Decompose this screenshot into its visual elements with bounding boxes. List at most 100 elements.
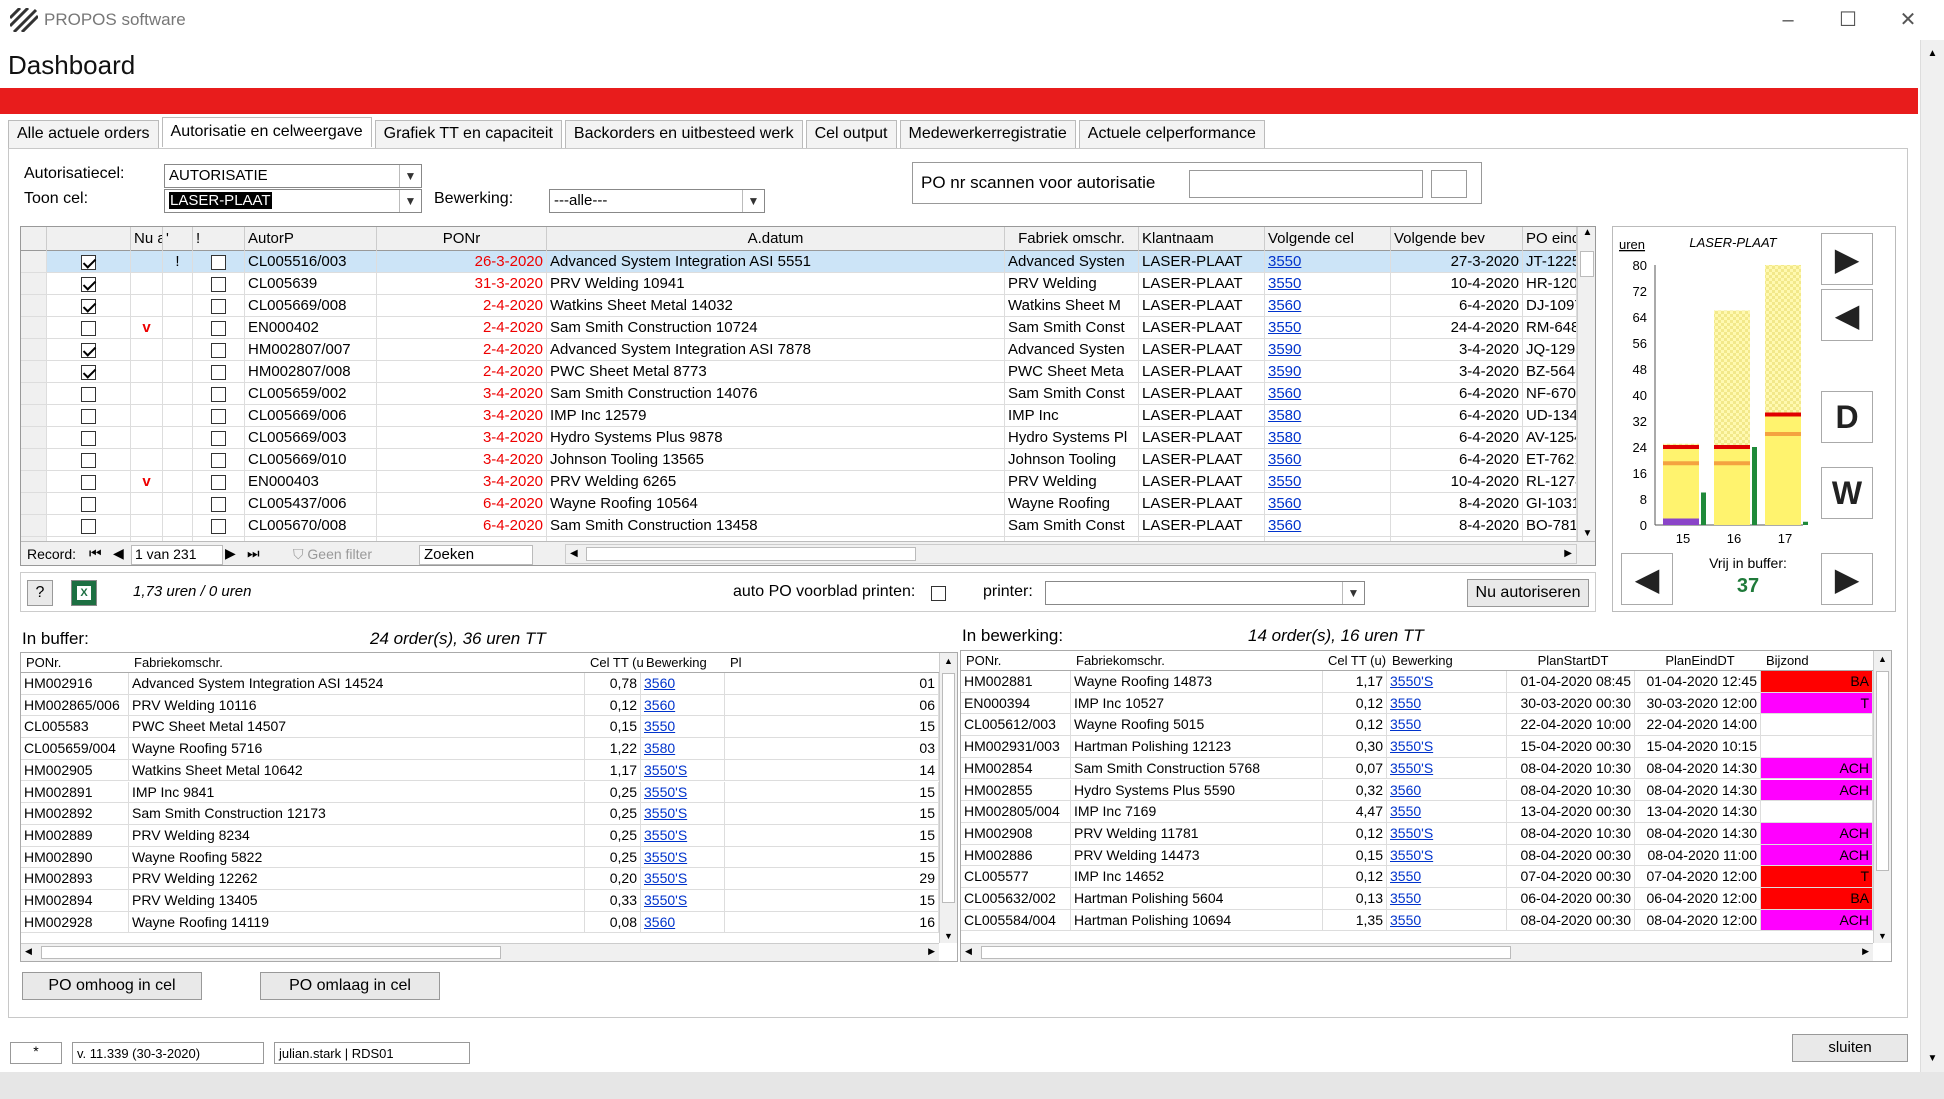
table-row[interactable]: HM002905 Watkins Sheet Metal 10642 1,17 355… — [21, 759, 939, 782]
orders-col-header[interactable]: Klantnaam — [1139, 227, 1265, 251]
orders-col-header[interactable]: Volgende bev — [1391, 227, 1523, 251]
tab-cel-output[interactable]: Cel output — [805, 120, 897, 148]
cell[interactable]: 3550 — [1387, 888, 1507, 910]
chevron-down-icon[interactable]: ▼ — [399, 165, 421, 187]
cell[interactable]: 3560 — [641, 694, 725, 717]
maximize-icon[interactable]: ☐ — [1826, 6, 1870, 34]
row-selector[interactable] — [21, 493, 47, 515]
previous-period-button[interactable]: ◀ — [1821, 289, 1873, 341]
row-selector[interactable] — [21, 515, 47, 537]
orders-col-header[interactable]: PO einddatun — [1523, 227, 1577, 251]
cell[interactable]: 3550'S — [1387, 822, 1507, 845]
table-row[interactable]: ! CL005516/003 26-3-2020 Advanced System In… — [21, 251, 1577, 273]
cell-bew[interactable]: 3560 — [1265, 383, 1391, 405]
authorize-now-checkbox[interactable] — [81, 474, 96, 490]
cell[interactable]: 3550 — [1387, 692, 1507, 715]
cell-bew[interactable]: 3550 — [1265, 251, 1391, 273]
table-row[interactable]: CL005669/010 3-4-2020 Johnson Tooling 1356… — [21, 449, 1577, 471]
cell[interactable]: 3560 — [1387, 779, 1507, 802]
autorp-checkbox[interactable] — [211, 276, 226, 292]
processing-col-header[interactable]: PlanStartDT — [1509, 651, 1637, 671]
orders-grid-hscroll[interactable]: ◀ ▶ — [565, 544, 1577, 564]
table-row[interactable]: HM002886 PRV Welding 14473 0,15 3550'S 08-04… — [961, 844, 1873, 867]
row-selector[interactable] — [21, 251, 47, 273]
cell[interactable]: 3550'S — [641, 824, 725, 847]
tab-grafiek[interactable]: Grafiek TT en capaciteit — [374, 120, 562, 148]
main-vertical-scrollbar[interactable]: ▲ ▼ — [1920, 40, 1944, 1072]
cell-bew[interactable]: 3550 — [1265, 471, 1391, 493]
next-record-icon[interactable]: ▶ — [225, 545, 236, 562]
table-row[interactable]: HM002855 Hydro Systems Plus 5590 0,32 3560 0… — [961, 779, 1873, 802]
orders-col-header[interactable]: A.datum — [547, 227, 1005, 251]
week-view-button[interactable]: W — [1821, 467, 1873, 519]
table-row[interactable]: CL005659/004 Wayne Roofing 5716 1,22 3580 03 — [21, 738, 939, 760]
table-row[interactable]: CL005659/002 3-4-2020 Sam Smith Constructi… — [21, 383, 1577, 405]
table-row[interactable]: CL005639 31-3-2020 PRV Welding 10941 PRV We… — [21, 273, 1577, 295]
buffer-col-header[interactable]: Cel TT (u) — [587, 653, 643, 673]
autorp-checkbox[interactable] — [211, 298, 226, 314]
table-row[interactable]: HM002916 Advanced System Integration ASI … — [21, 673, 939, 695]
orders-grid-vscroll[interactable]: ▲ ▼ — [1577, 227, 1595, 541]
autorp-checkbox[interactable] — [211, 430, 226, 446]
table-row[interactable]: CL005577 IMP Inc 14652 0,12 3550 07-04-2020 … — [961, 866, 1873, 888]
chevron-down-icon[interactable]: ▼ — [742, 190, 764, 212]
table-row[interactable]: HM002890 Wayne Roofing 5822 0,25 3550'S 15 — [21, 846, 939, 869]
processing-col-header[interactable]: Bijzond — [1763, 651, 1875, 671]
table-row[interactable]: HM002889 PRV Welding 8234 0,25 3550'S 15 — [21, 824, 939, 847]
cell-bew[interactable]: 3560 — [1265, 295, 1391, 317]
table-row[interactable]: HM002928 Wayne Roofing 14119 0,08 3560 16 — [21, 911, 939, 934]
autorp-checkbox[interactable] — [211, 342, 226, 358]
row-selector[interactable] — [21, 295, 47, 317]
table-row[interactable]: HM002805/004 IMP Inc 7169 4,47 3550 13-04-20… — [961, 801, 1873, 823]
minimize-icon[interactable]: – — [1766, 6, 1810, 34]
processing-hscroll[interactable]: ◀ ▶ — [961, 943, 1873, 961]
authorize-now-checkbox[interactable] — [81, 408, 96, 424]
authorize-now-checkbox[interactable] — [81, 496, 96, 512]
buffer-col-header[interactable]: PONr. — [23, 653, 131, 673]
autorp-checkbox[interactable] — [211, 364, 226, 380]
table-row[interactable]: CL005669/006 3-4-2020 IMP Inc 12579 IMP Inc… — [21, 405, 1577, 427]
autorp-checkbox[interactable] — [211, 254, 226, 270]
cell[interactable]: 3550 — [1387, 801, 1507, 823]
table-row[interactable]: CL005669/008 2-4-2020 Watkins Sheet Metal … — [21, 295, 1577, 317]
row-selector[interactable] — [21, 471, 47, 493]
table-row[interactable]: HM002865/006 PRV Welding 10116 0,12 3560 06 — [21, 694, 939, 717]
cell[interactable]: 3550'S — [641, 890, 725, 912]
table-row[interactable]: v EN000402 2-4-2020 Sam Smith Construction … — [21, 317, 1577, 339]
cell[interactable]: 3550'S — [641, 846, 725, 869]
table-row[interactable]: CL005670/008 6-4-2020 Sam Smith Constructi… — [21, 515, 1577, 537]
autorp-checkbox[interactable] — [211, 452, 226, 468]
row-selector[interactable] — [21, 273, 47, 295]
processing-col-header[interactable]: PlanEindDT — [1637, 651, 1763, 671]
cell-bew[interactable]: 3560 — [1265, 515, 1391, 537]
authorize-now-checkbox[interactable] — [81, 364, 96, 380]
cell[interactable]: 3560 — [641, 911, 725, 934]
row-selector[interactable] — [21, 405, 47, 427]
authorize-button[interactable]: Nu autoriseren — [1467, 579, 1589, 607]
cell[interactable]: 3550'S — [641, 781, 725, 804]
cell[interactable]: 3550'S — [641, 868, 725, 890]
filter-indicator[interactable]: ⛉ Geen filter — [293, 546, 372, 563]
cell[interactable]: 3550 — [1387, 866, 1507, 888]
processing-vscroll[interactable]: ▲ ▼ — [1873, 651, 1891, 943]
autorp-checkbox[interactable] — [211, 408, 226, 424]
table-row[interactable]: HM002894 PRV Welding 13405 0,33 3550'S 15 — [21, 890, 939, 912]
authorize-now-checkbox[interactable] — [81, 320, 96, 336]
table-row[interactable]: HM002931/003 Hartman Polishing 12123 0,30 3… — [961, 736, 1873, 758]
table-row[interactable]: HM002807/007 2-4-2020 Advanced System Inte… — [21, 339, 1577, 361]
table-row[interactable]: CL005584/004 Hartman Polishing 10694 1,35 3… — [961, 909, 1873, 932]
orders-col-header[interactable]: Volgende cel — [1265, 227, 1391, 251]
row-selector[interactable] — [21, 317, 47, 339]
buffer-col-header[interactable]: Bewerking — [643, 653, 727, 673]
cell-bew[interactable]: 3590 — [1265, 361, 1391, 383]
table-row[interactable]: HM002892 Sam Smith Construction 12173 0,25… — [21, 803, 939, 825]
table-row[interactable]: HM002807/008 2-4-2020 PWC Sheet Metal 8773… — [21, 361, 1577, 383]
close-icon[interactable]: ✕ — [1886, 6, 1930, 34]
authorize-now-checkbox[interactable] — [81, 518, 96, 534]
autorp-checkbox[interactable] — [211, 518, 226, 534]
row-selector[interactable] — [21, 361, 47, 383]
table-row[interactable]: CL005437/006 6-4-2020 Wayne Roofing 10564 W… — [21, 493, 1577, 515]
tab-medewerker[interactable]: Medewerkerregistratie — [899, 120, 1076, 148]
po-down-button[interactable]: PO omlaag in cel — [260, 972, 440, 1000]
prev-record-icon[interactable]: ◀ — [113, 545, 124, 562]
